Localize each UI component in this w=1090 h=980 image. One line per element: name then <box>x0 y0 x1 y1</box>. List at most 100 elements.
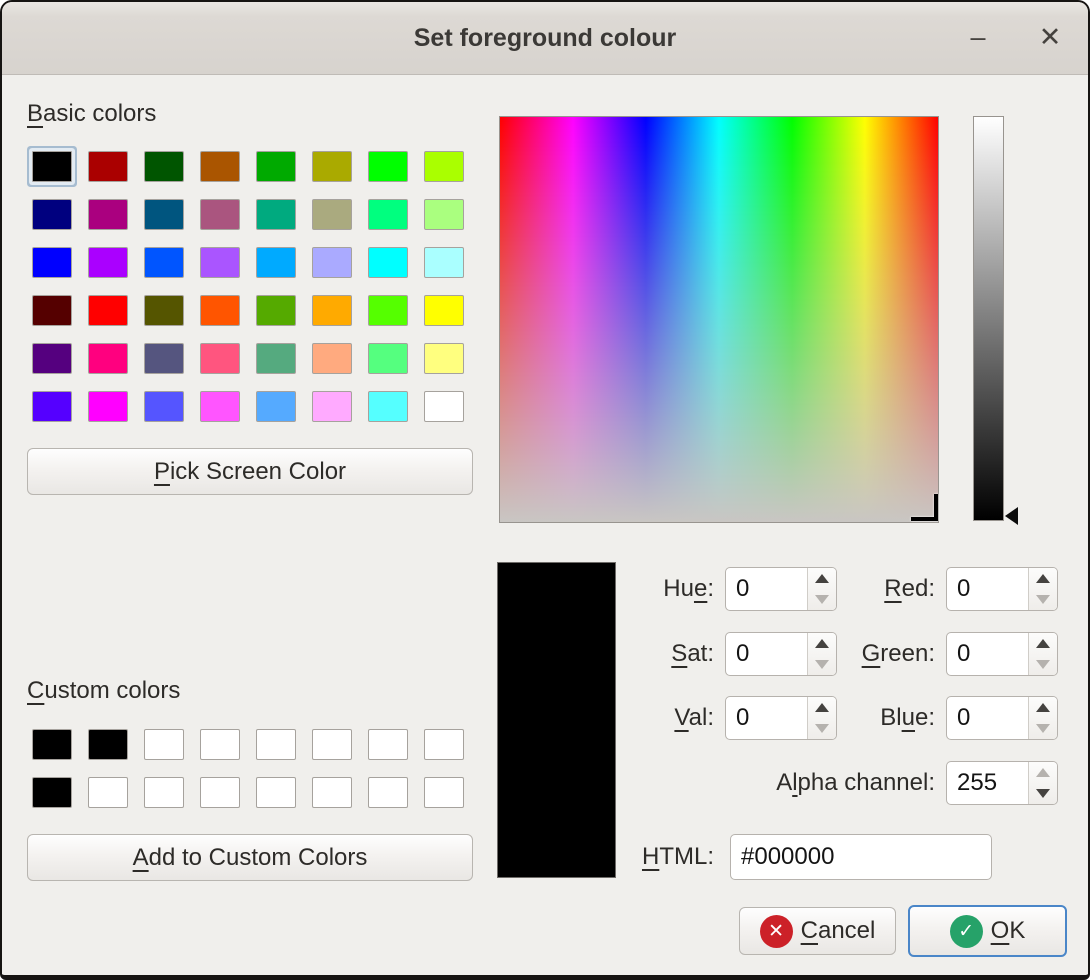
color-swatch[interactable] <box>424 247 464 278</box>
spinbox-up-arrow-icon[interactable] <box>1029 697 1057 718</box>
color-swatch[interactable] <box>368 777 408 808</box>
color-swatch[interactable] <box>312 151 352 182</box>
add-to-custom-colors-button[interactable]: Add to Custom Colors <box>27 834 473 881</box>
spinbox-up-arrow-icon[interactable] <box>808 697 836 718</box>
color-swatch[interactable] <box>32 729 72 760</box>
value-slider-handle-icon[interactable] <box>1005 507 1018 525</box>
color-swatch[interactable] <box>32 295 72 326</box>
color-swatch[interactable] <box>32 199 72 230</box>
color-swatch[interactable] <box>424 391 464 422</box>
color-swatch[interactable] <box>312 777 352 808</box>
val-spinbox[interactable]: 0 <box>725 696 837 740</box>
color-swatch[interactable] <box>368 729 408 760</box>
color-swatch[interactable] <box>200 151 240 182</box>
color-swatch[interactable] <box>200 295 240 326</box>
spinbox-value[interactable]: 0 <box>726 568 807 610</box>
alpha-channel-spinbox[interactable]: 255 <box>946 761 1058 805</box>
color-swatch[interactable] <box>200 729 240 760</box>
color-swatch[interactable] <box>312 295 352 326</box>
ok-button[interactable]: ✓ OK <box>908 905 1067 957</box>
cancel-button[interactable]: ✕ Cancel <box>739 907 896 955</box>
color-swatch[interactable] <box>88 199 128 230</box>
color-swatch[interactable] <box>144 343 184 374</box>
color-swatch[interactable] <box>256 777 296 808</box>
color-swatch[interactable] <box>368 199 408 230</box>
color-swatch[interactable] <box>88 295 128 326</box>
color-swatch[interactable] <box>88 777 128 808</box>
spinbox-down-arrow-icon[interactable] <box>1029 783 1057 804</box>
color-swatch[interactable] <box>424 777 464 808</box>
spinbox-value[interactable]: 0 <box>947 568 1028 610</box>
spinbox-down-arrow-icon[interactable] <box>1029 654 1057 675</box>
color-swatch[interactable] <box>312 343 352 374</box>
spinbox-down-arrow-icon[interactable] <box>808 718 836 739</box>
color-swatch[interactable] <box>200 199 240 230</box>
color-swatch[interactable] <box>144 151 184 182</box>
color-swatch[interactable] <box>144 729 184 760</box>
color-swatch[interactable] <box>144 199 184 230</box>
spinbox-value[interactable]: 0 <box>947 633 1028 675</box>
color-swatch[interactable] <box>32 777 72 808</box>
value-slider[interactable] <box>973 116 1004 521</box>
spinbox-up-arrow-icon[interactable] <box>808 633 836 654</box>
color-swatch[interactable] <box>200 247 240 278</box>
color-swatch[interactable] <box>368 343 408 374</box>
color-swatch[interactable] <box>32 151 72 182</box>
red-spinbox[interactable]: 0 <box>946 567 1058 611</box>
color-swatch[interactable] <box>424 295 464 326</box>
color-swatch[interactable] <box>144 777 184 808</box>
color-swatch[interactable] <box>368 151 408 182</box>
titlebar[interactable]: Set foreground colour – ✕ <box>2 2 1088 75</box>
hue-saturation-map[interactable] <box>499 116 939 523</box>
color-swatch[interactable] <box>88 151 128 182</box>
spinbox-value[interactable]: 0 <box>726 697 807 739</box>
color-swatch[interactable] <box>424 343 464 374</box>
color-swatch[interactable] <box>200 391 240 422</box>
color-picker-crosshair[interactable] <box>911 494 938 521</box>
spinbox-up-arrow-icon[interactable] <box>1029 762 1057 783</box>
spinbox-value[interactable]: 255 <box>947 762 1028 804</box>
color-swatch[interactable] <box>424 151 464 182</box>
spinbox-down-arrow-icon[interactable] <box>808 589 836 610</box>
green-spinbox[interactable]: 0 <box>946 632 1058 676</box>
spinbox-up-arrow-icon[interactable] <box>1029 568 1057 589</box>
color-swatch[interactable] <box>312 729 352 760</box>
color-swatch[interactable] <box>32 343 72 374</box>
spinbox-up-arrow-icon[interactable] <box>808 568 836 589</box>
color-swatch[interactable] <box>200 777 240 808</box>
color-swatch[interactable] <box>256 295 296 326</box>
minimize-button[interactable]: – <box>956 2 1000 75</box>
color-swatch[interactable] <box>256 151 296 182</box>
color-swatch[interactable] <box>88 247 128 278</box>
spinbox-value[interactable]: 0 <box>947 697 1028 739</box>
color-swatch[interactable] <box>424 199 464 230</box>
color-swatch[interactable] <box>312 391 352 422</box>
color-swatch[interactable] <box>32 247 72 278</box>
pick-screen-color-button[interactable]: Pick Screen Color <box>27 448 473 495</box>
color-swatch[interactable] <box>424 729 464 760</box>
spinbox-down-arrow-icon[interactable] <box>1029 589 1057 610</box>
color-swatch[interactable] <box>200 343 240 374</box>
color-swatch[interactable] <box>32 391 72 422</box>
spinbox-down-arrow-icon[interactable] <box>1029 718 1057 739</box>
color-swatch[interactable] <box>88 391 128 422</box>
color-swatch[interactable] <box>256 391 296 422</box>
color-swatch[interactable] <box>144 247 184 278</box>
spinbox-up-arrow-icon[interactable] <box>1029 633 1057 654</box>
color-swatch[interactable] <box>256 199 296 230</box>
color-swatch[interactable] <box>312 247 352 278</box>
color-swatch[interactable] <box>144 391 184 422</box>
color-swatch[interactable] <box>88 729 128 760</box>
color-swatch[interactable] <box>256 247 296 278</box>
sat-spinbox[interactable]: 0 <box>725 632 837 676</box>
color-swatch[interactable] <box>368 295 408 326</box>
color-swatch[interactable] <box>312 199 352 230</box>
close-button[interactable]: ✕ <box>1028 2 1072 75</box>
color-swatch[interactable] <box>368 247 408 278</box>
html-color-input[interactable] <box>730 834 992 880</box>
spinbox-down-arrow-icon[interactable] <box>808 654 836 675</box>
hue-spinbox[interactable]: 0 <box>725 567 837 611</box>
color-swatch[interactable] <box>368 391 408 422</box>
color-swatch[interactable] <box>256 729 296 760</box>
blue-spinbox[interactable]: 0 <box>946 696 1058 740</box>
